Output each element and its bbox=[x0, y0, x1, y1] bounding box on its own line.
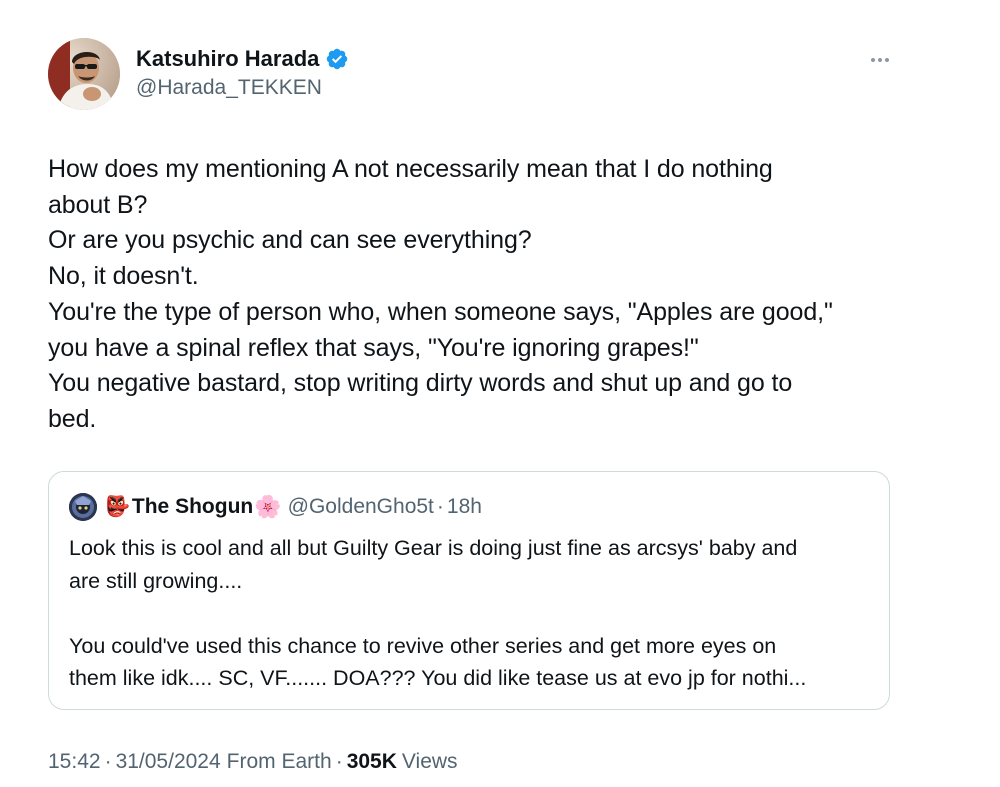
dot bbox=[878, 58, 882, 62]
meta-separator: · bbox=[335, 750, 343, 773]
quote-author-handle: @GoldenGho5t bbox=[287, 495, 434, 518]
tweet-meta: 15:42 · 31/05/2024 From Earth · 305K Vie… bbox=[48, 746, 458, 778]
views-count[interactable]: 305K bbox=[347, 750, 397, 774]
meta-separator: · bbox=[104, 750, 112, 773]
author-avatar[interactable] bbox=[48, 38, 120, 110]
verified-badge-icon[interactable] bbox=[325, 47, 349, 71]
tweet-text: How does my mentioning A not necessarily… bbox=[48, 155, 833, 433]
quote-author-avatar bbox=[69, 493, 97, 521]
author-display-name[interactable]: Katsuhiro Harada bbox=[136, 46, 319, 72]
views-label: Views bbox=[401, 750, 458, 773]
author-name-row: Katsuhiro Harada bbox=[136, 44, 349, 74]
quoted-tweet-card[interactable]: 👺 The Shogun 🌸 @GoldenGho5t · 18h Look t… bbox=[48, 471, 890, 710]
tweet-time[interactable]: 15:42 bbox=[48, 750, 101, 774]
quote-text: Look this is cool and all but Guilty Gea… bbox=[69, 536, 807, 690]
goblin-mask-icon: 👺 bbox=[105, 496, 130, 518]
quote-author-name: The Shogun bbox=[131, 495, 254, 518]
tweet-source: From Earth bbox=[226, 750, 332, 773]
dot bbox=[885, 58, 889, 62]
quote-header: 👺 The Shogun 🌸 @GoldenGho5t · 18h bbox=[69, 492, 482, 522]
author-handle[interactable]: @Harada_TEKKEN bbox=[136, 76, 322, 100]
quote-timestamp: 18h bbox=[446, 495, 482, 518]
quote-separator: · bbox=[436, 495, 444, 518]
tweet-date[interactable]: 31/05/2024 bbox=[116, 750, 221, 774]
more-options-icon[interactable] bbox=[866, 50, 894, 70]
tweet-card: Katsuhiro Harada @Harada_TEKKEN How does… bbox=[0, 0, 1000, 787]
avatar-image bbox=[48, 38, 120, 110]
dot bbox=[871, 58, 875, 62]
cherry-blossom-icon: 🌸 bbox=[254, 494, 282, 519]
